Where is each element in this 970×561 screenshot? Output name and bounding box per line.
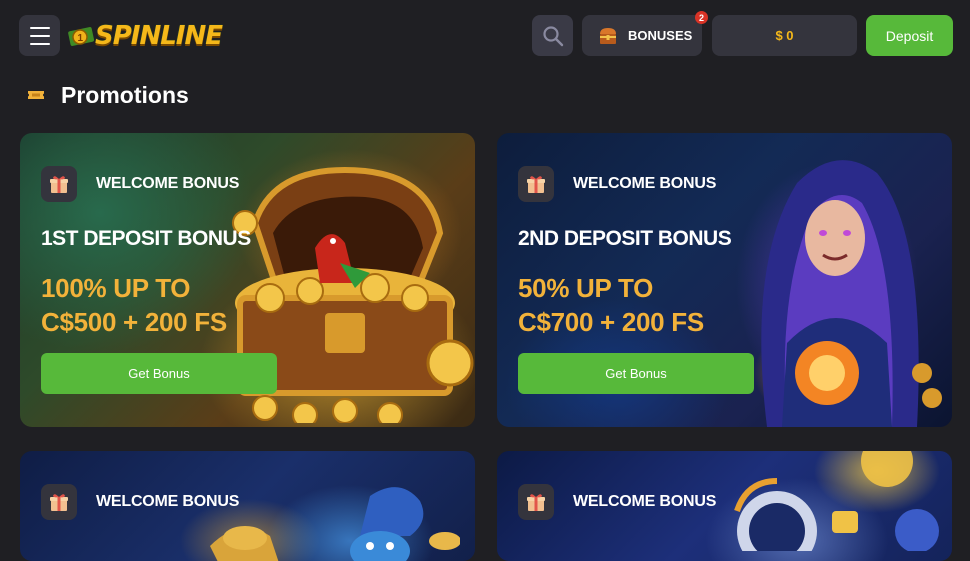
card-title: 1ST DEPOSIT BONUS xyxy=(41,227,251,250)
gift-icon xyxy=(50,176,68,193)
treasure-chest-icon xyxy=(600,27,616,44)
card-header: WELCOME BONUS xyxy=(41,484,239,520)
card-label: WELCOME BONUS xyxy=(573,175,717,192)
search-button[interactable] xyxy=(532,15,573,56)
promo-card-second-deposit[interactable]: WELCOME BONUS 2ND DEPOSIT BONUS 50% UP T… xyxy=(497,133,952,427)
svg-text:1: 1 xyxy=(78,33,84,44)
offer-line-1: 50% UP TO xyxy=(518,273,654,303)
offer-line-2: C$700 + 200 FS xyxy=(518,307,704,337)
gift-icon xyxy=(527,176,545,193)
logo-coin-icon: 1 xyxy=(68,27,94,46)
card-label: WELCOME BONUS xyxy=(96,493,240,510)
card-label: WELCOME BONUS xyxy=(573,493,717,510)
card-label: WELCOME BONUS xyxy=(96,175,240,192)
get-bonus-button[interactable]: Get Bonus xyxy=(518,353,754,394)
page-title: Promotions xyxy=(61,81,189,108)
promo-card-first-deposit[interactable]: WELCOME BONUS 1ST DEPOSIT BONUS 100% UP … xyxy=(20,133,475,427)
gift-icon xyxy=(527,494,545,511)
card-header: WELCOME BONUS xyxy=(518,166,716,202)
menu-button[interactable] xyxy=(19,15,60,56)
gift-icon-box xyxy=(518,166,554,202)
page-title-row: Promotions xyxy=(27,80,189,110)
logo-text: SPINLINE xyxy=(95,21,223,51)
bonuses-count-badge: 2 xyxy=(695,11,708,24)
offer-line-1: 100% UP TO xyxy=(41,273,191,303)
card-header: WELCOME BONUS xyxy=(518,484,716,520)
gift-icon-box xyxy=(518,484,554,520)
offer-line-2: C$500 + 200 FS xyxy=(41,307,227,337)
bonuses-button[interactable]: BONUSES xyxy=(582,15,702,56)
get-bonus-button[interactable]: Get Bonus xyxy=(41,353,277,394)
search-icon xyxy=(542,25,563,46)
astronaut-illustration xyxy=(734,451,939,551)
card-offer: 50% UP TO C$700 + 200 FS xyxy=(518,271,778,339)
deposit-button[interactable]: Deposit xyxy=(866,15,953,56)
gift-icon-box xyxy=(41,484,77,520)
balance-display[interactable]: $ 0 xyxy=(712,15,857,56)
card-header: WELCOME BONUS xyxy=(41,166,239,202)
promo-card-welcome-4[interactable]: WELCOME BONUS xyxy=(497,451,952,561)
logo[interactable]: 1 SPINLINE xyxy=(68,18,223,54)
card-title: 2ND DEPOSIT BONUS xyxy=(518,227,732,250)
hamburger-icon xyxy=(29,26,50,29)
promo-card-welcome-3[interactable]: WELCOME BONUS xyxy=(20,451,475,561)
top-header: 1 SPINLINE BONUSES 2 $ 0 Deposit xyxy=(0,0,970,70)
ticket-icon xyxy=(28,91,44,99)
gift-icon-box xyxy=(41,166,77,202)
gift-icon xyxy=(50,494,68,511)
bonuses-label: BONUSES xyxy=(628,28,693,43)
card-offer: 100% UP TO C$500 + 200 FS xyxy=(41,271,301,339)
